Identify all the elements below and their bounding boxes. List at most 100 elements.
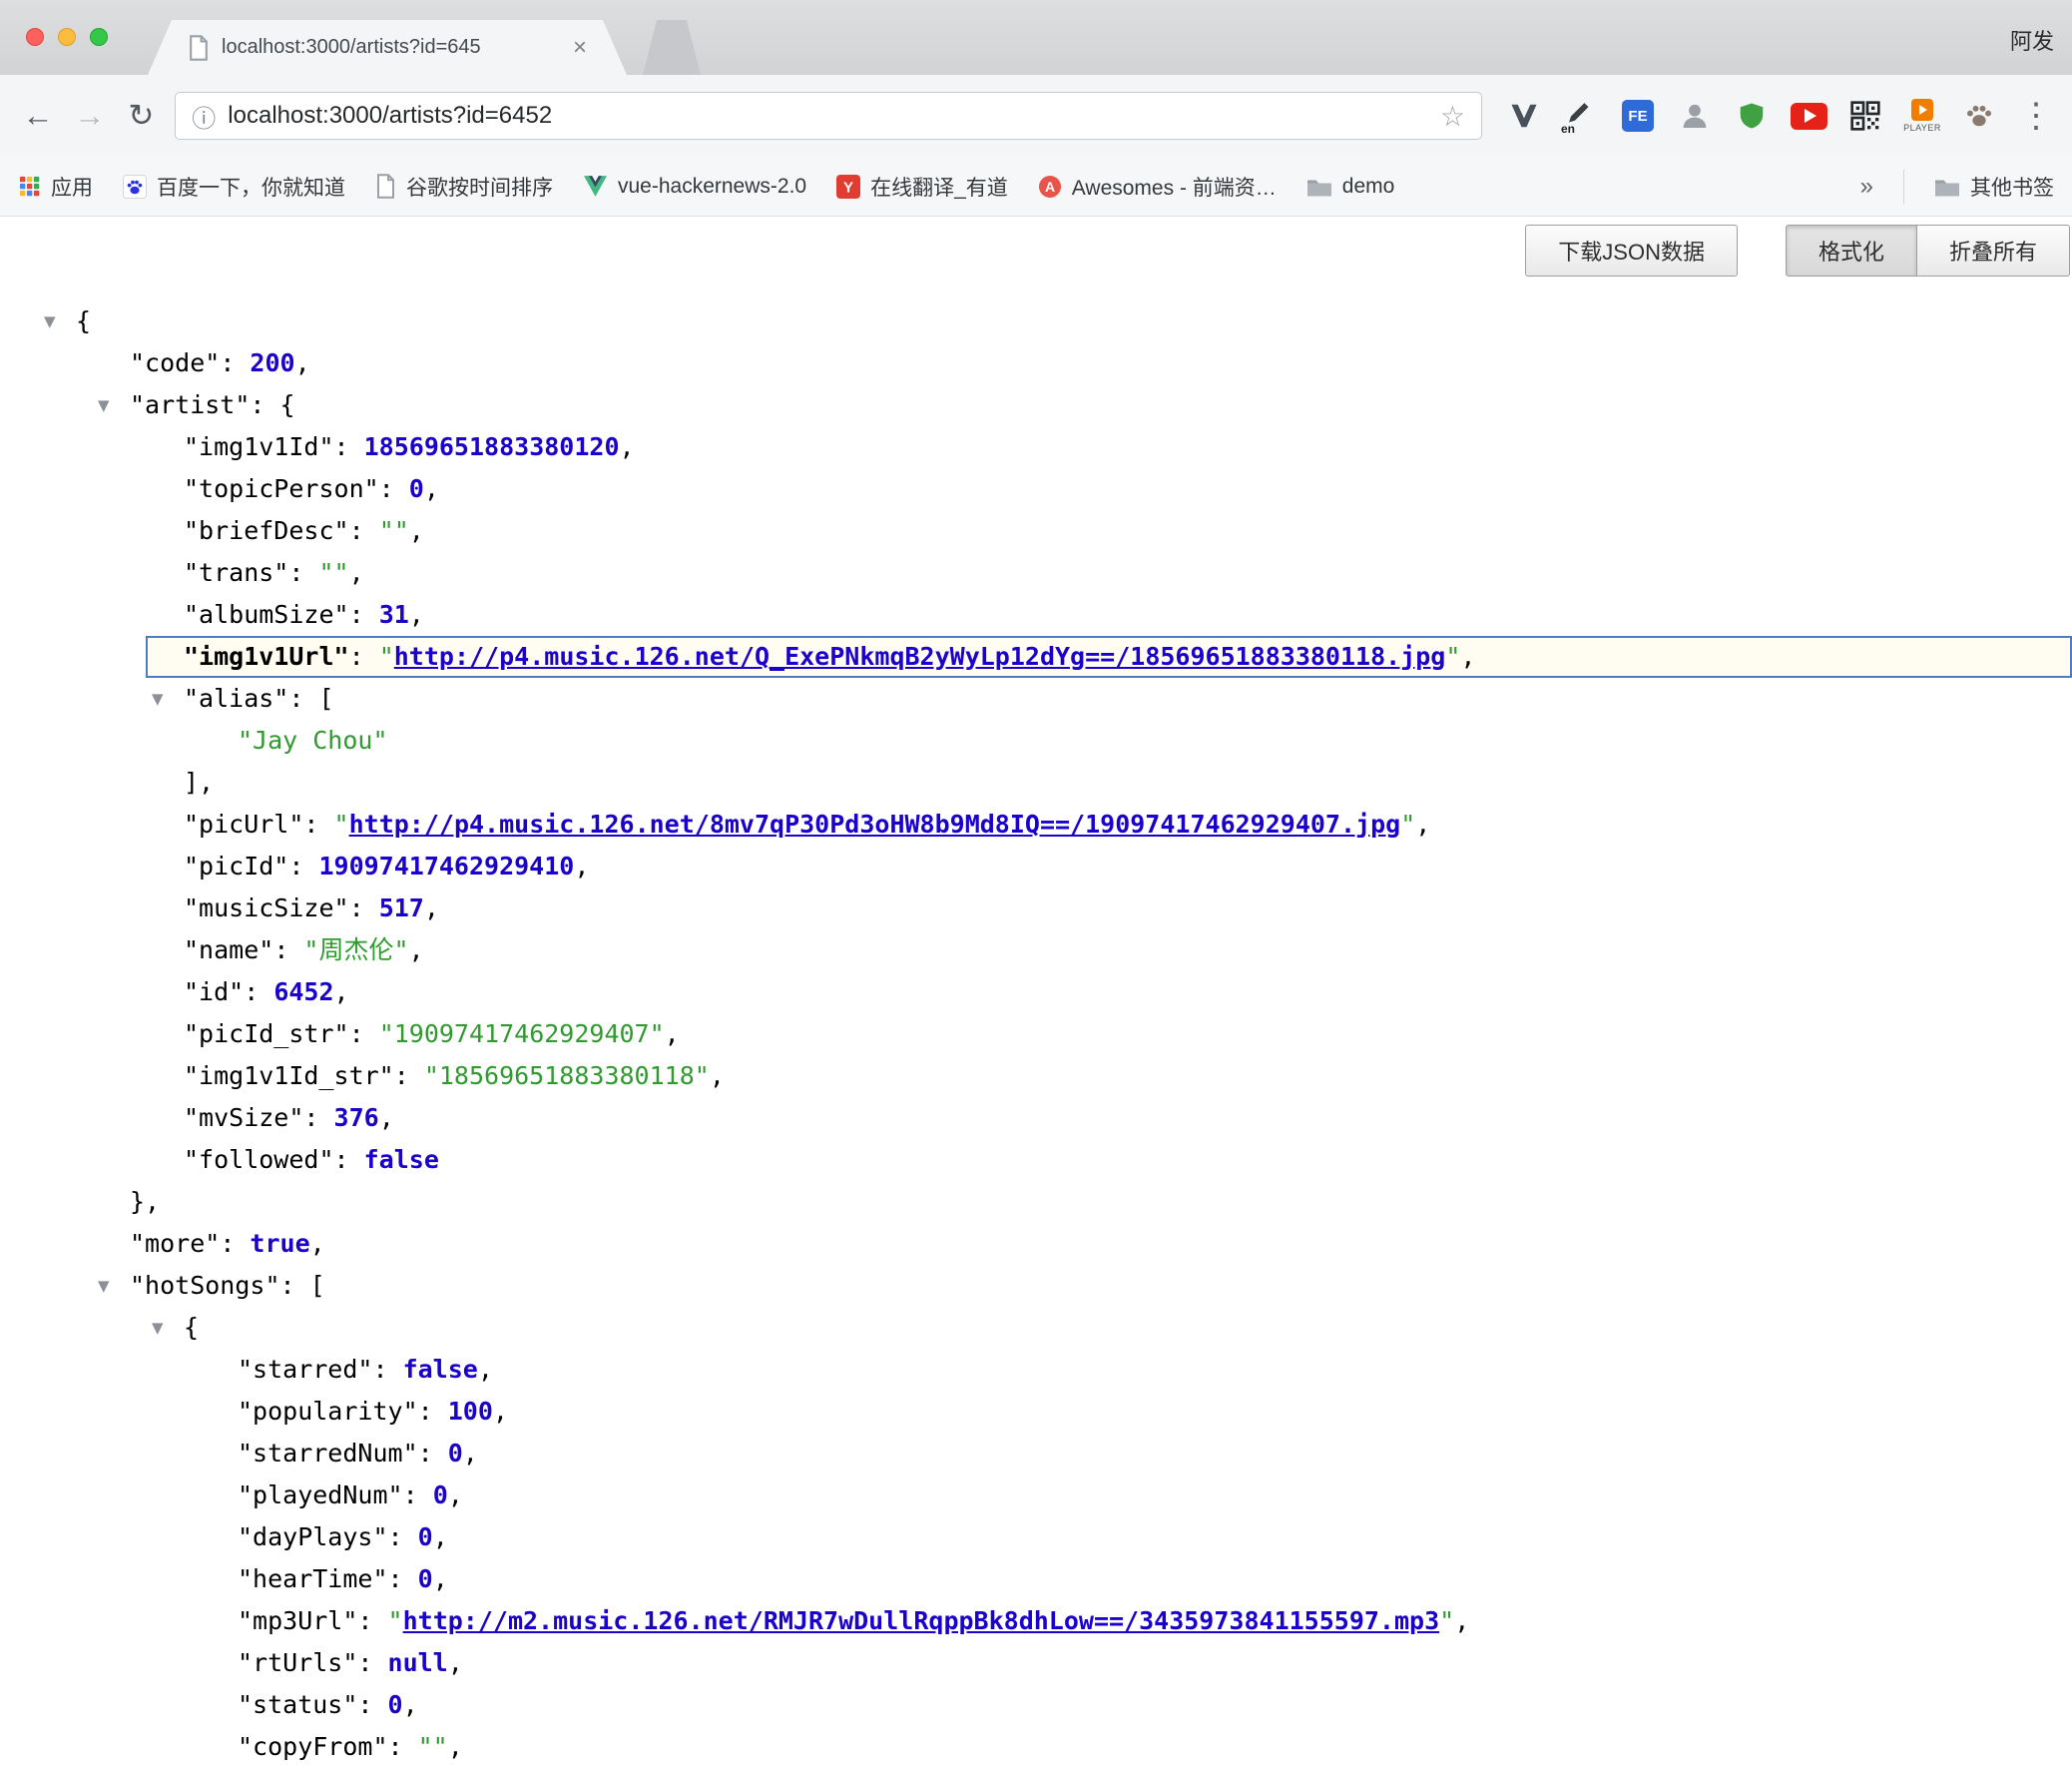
json-token-n: 100 — [448, 1397, 493, 1426]
address-bar[interactable]: ⓘ localhost:3000/artists?id=6452 ☆ — [175, 92, 1482, 140]
json-token-k: "trans" — [184, 558, 288, 587]
qr-code-icon[interactable] — [1843, 91, 1887, 141]
json-token-p: : — [288, 558, 318, 587]
baidu-icon — [123, 175, 147, 199]
json-token-p: : { — [250, 390, 294, 419]
json-url-link[interactable]: http://p4.music.126.net/Q_ExePNkmqB2yWyL… — [394, 642, 1446, 671]
json-token-k: "hearTime" — [238, 1564, 388, 1593]
json-token-p: : — [334, 1145, 364, 1174]
new-tab-button[interactable] — [643, 20, 701, 75]
youtube-icon[interactable] — [1787, 91, 1830, 141]
bookmark-items: 应用 百度一下，你就知道谷歌按时间排序 vue-hackernews-2.0 Y在线翻… — [18, 172, 1394, 202]
json-token-n: 0 — [418, 1522, 433, 1551]
json-token-k: "copyFrom" — [238, 1732, 388, 1761]
json-line: ], — [0, 762, 2072, 804]
json-token-p: , — [424, 474, 439, 503]
json-token-p: , — [334, 977, 349, 1006]
json-token-k: "status" — [238, 1690, 357, 1719]
json-token-b: false — [403, 1355, 478, 1384]
json-line: "mvSize": 376, — [0, 1097, 2072, 1139]
bookmark-item[interactable]: demo — [1306, 175, 1395, 199]
json-token-p: : [ — [288, 684, 333, 713]
json-token-q: " — [1439, 1606, 1454, 1635]
json-token-p: : — [388, 1732, 418, 1761]
other-bookmarks-folder[interactable]: 其他书签 — [1934, 172, 2054, 202]
tab-close-icon[interactable]: × — [573, 36, 587, 60]
json-token-p: , — [295, 348, 310, 377]
bookmark-item[interactable]: AAwesomes - 前端资… — [1038, 172, 1277, 202]
bookmark-item[interactable]: Y在线翻译_有道 — [836, 172, 1008, 202]
json-token-k: "mvSize" — [184, 1103, 303, 1132]
bookmark-label: 百度一下，你就知道 — [157, 172, 345, 202]
json-token-p: : — [334, 432, 364, 461]
json-token-p: : — [303, 810, 333, 839]
paw-icon[interactable] — [1957, 91, 2001, 141]
download-json-button[interactable]: 下载JSON数据 — [1525, 225, 1738, 277]
bookmark-star-icon[interactable]: ☆ — [1440, 100, 1465, 133]
bookmark-item[interactable]: vue-hackernews-2.0 — [583, 175, 806, 199]
json-line: ▼"artist": { — [0, 384, 2072, 426]
json-line: "albumSize": 31, — [0, 594, 2072, 636]
json-line: ▼{ — [0, 1307, 2072, 1349]
maximize-window-button[interactable] — [90, 28, 108, 46]
doc-icon — [375, 174, 396, 199]
reload-button[interactable]: ↻ — [118, 92, 166, 140]
navigation-bar: ← → ↻ ⓘ localhost:3000/artists?id=6452 ☆… — [0, 75, 2072, 157]
json-token-p: : — [288, 852, 318, 881]
json-token-b: false — [364, 1145, 439, 1174]
json-token-p: : — [349, 1019, 379, 1048]
forward-button[interactable]: → — [66, 92, 114, 140]
json-token-k: "mp3Url" — [238, 1606, 357, 1635]
json-token-k: "starredNum" — [238, 1439, 418, 1468]
close-window-button[interactable] — [26, 28, 44, 46]
bookmark-item[interactable]: 谷歌按时间排序 — [375, 172, 553, 202]
json-token-p: , — [665, 1019, 680, 1048]
collapse-triangle-icon[interactable]: ▼ — [98, 384, 110, 426]
browser-menu-icon[interactable]: ⋮ — [2014, 91, 2058, 141]
bookmark-item[interactable]: 百度一下，你就知道 — [123, 172, 345, 202]
json-token-s: "Jay Chou" — [238, 726, 388, 755]
collapse-triangle-icon[interactable]: ▼ — [98, 1265, 110, 1307]
bookmark-label: demo — [1342, 175, 1395, 199]
json-line: "starred": false, — [0, 1349, 2072, 1391]
page-info-icon[interactable]: ⓘ — [192, 99, 216, 134]
awesomes-icon: A — [1038, 175, 1062, 199]
json-line: "picId": 19097417462929410, — [0, 846, 2072, 887]
json-token-p: : — [418, 1439, 448, 1468]
youdao-pen-icon[interactable]: en — [1559, 91, 1603, 141]
fe-icon[interactable]: FE — [1616, 91, 1660, 141]
youdao-icon: Y — [836, 175, 860, 199]
json-token-k: "briefDesc" — [184, 516, 349, 545]
minimize-window-button[interactable] — [58, 28, 76, 46]
json-line: "code": 200, — [0, 342, 2072, 384]
player-icon[interactable]: PLAYER — [1900, 91, 1944, 141]
json-line: "status": 0, — [0, 1684, 2072, 1726]
profile-name[interactable]: 阿发 — [2010, 24, 2054, 56]
svg-text:Y: Y — [843, 179, 853, 196]
json-url-link[interactable]: http://p4.music.126.net/8mv7qP30Pd3oHW8b… — [349, 810, 1401, 839]
json-token-p: : — [357, 1606, 387, 1635]
json-line: "dayPlays": 0, — [0, 1516, 2072, 1558]
json-token-p: , — [1415, 810, 1430, 839]
format-button[interactable]: 格式化 — [1786, 225, 1917, 277]
profile-person-icon[interactable] — [1673, 91, 1717, 141]
json-token-k: "rtUrls" — [238, 1648, 357, 1677]
json-token-k: "picId" — [184, 852, 288, 881]
browser-tab[interactable]: localhost:3000/artists?id=645 × — [148, 20, 627, 75]
shield-icon[interactable] — [1730, 91, 1774, 141]
json-line: }, — [0, 1181, 2072, 1223]
json-token-p: , — [409, 516, 424, 545]
collapse-triangle-icon[interactable]: ▼ — [44, 300, 56, 342]
traffic-lights — [26, 28, 108, 46]
back-button[interactable]: ← — [14, 92, 62, 140]
bookmark-item[interactable]: 应用 — [18, 172, 93, 202]
bookmarks-overflow-chevron[interactable]: » — [1860, 173, 1873, 201]
collapse-all-button[interactable]: 折叠所有 — [1917, 225, 2070, 277]
svg-text:A: A — [1045, 179, 1055, 195]
collapse-triangle-icon[interactable]: ▼ — [152, 1307, 164, 1349]
vimium-v-icon[interactable] — [1502, 91, 1546, 141]
json-url-link[interactable]: http://m2.music.126.net/RMJR7wDullRqppBk… — [403, 1606, 1440, 1635]
collapse-triangle-icon[interactable]: ▼ — [152, 678, 164, 720]
json-token-n: 0 — [409, 474, 424, 503]
json-token-s: "" — [418, 1732, 448, 1761]
